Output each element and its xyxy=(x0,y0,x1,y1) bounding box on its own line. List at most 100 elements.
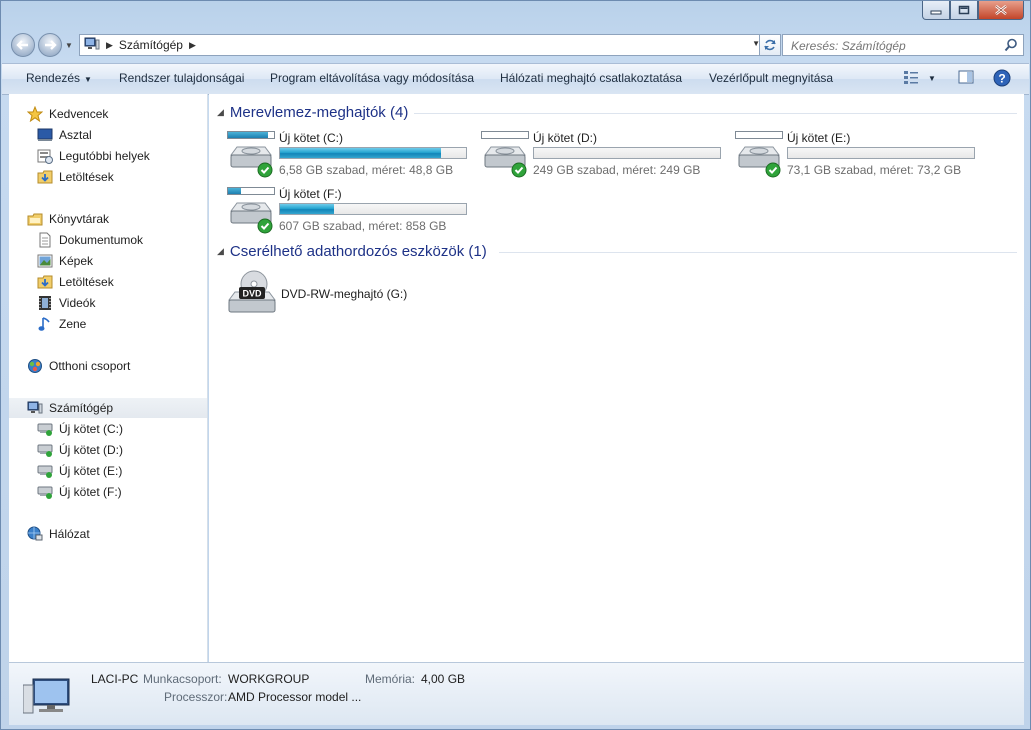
nav-favorites[interactable]: Kedvencek xyxy=(27,104,108,124)
nav-drive-e[interactable]: Új kötet (E:) xyxy=(37,461,122,481)
map-network-drive-button[interactable]: Hálózati meghajtó csatlakoztatása xyxy=(500,71,682,85)
nav-music[interactable]: Zene xyxy=(37,314,86,334)
maximize-icon xyxy=(958,5,970,15)
drive-name: Új kötet (E:) xyxy=(787,131,851,145)
nav-documents[interactable]: Dokumentumok xyxy=(37,230,143,250)
nav-downloads-label: Letöltések xyxy=(59,170,114,184)
collapse-triangle-icon[interactable]: ◢ xyxy=(217,107,224,118)
search-icon[interactable] xyxy=(1004,38,1018,55)
nav-videos-label: Videók xyxy=(59,296,96,310)
nav-downloads[interactable]: Letöltések xyxy=(37,167,114,187)
processor-value: AMD Processor model ... xyxy=(228,690,362,704)
dvd-badge: DVD xyxy=(242,289,262,299)
drive-icon xyxy=(37,463,53,479)
nav-computer-label: Számítógép xyxy=(49,401,114,415)
drive-usage-fill xyxy=(280,148,441,158)
view-options-button[interactable] xyxy=(903,70,919,87)
view-dropdown-icon[interactable]: ▼ xyxy=(928,74,936,83)
close-button[interactable] xyxy=(978,1,1024,20)
uninstall-program-button[interactable]: Program eltávolítása vagy módosítása xyxy=(270,71,474,85)
nav-recent-places[interactable]: Legutóbbi helyek xyxy=(37,146,150,166)
recent-pages-dropdown[interactable]: ▼ xyxy=(65,41,73,50)
drive-tile-c[interactable]: Új kötet (C:) 6,58 GB szabad, méret: 48,… xyxy=(227,129,477,181)
drive-icon xyxy=(37,484,53,500)
refresh-icon xyxy=(764,39,776,51)
computer-icon xyxy=(84,37,100,54)
group-header-hdd[interactable]: ◢ Merevlemez-meghajtók (4) xyxy=(217,104,408,121)
group-header-removable[interactable]: ◢ Cserélhető adathordozós eszközök (1) xyxy=(217,243,487,260)
breadcrumb-chevron-icon[interactable]: ▶ xyxy=(106,40,113,51)
drive-name: Új kötet (C:) xyxy=(279,131,344,145)
drive-usage-bar xyxy=(279,203,467,215)
drive-icon xyxy=(37,421,53,437)
view-list-icon xyxy=(904,71,918,84)
hard-drive-icon xyxy=(230,202,273,234)
refresh-button[interactable] xyxy=(759,34,781,56)
nav-pictures[interactable]: Képek xyxy=(37,251,93,271)
nav-drive-c[interactable]: Új kötet (C:) xyxy=(37,419,123,439)
details-pane: LACI-PC Munkacsoport: WORKGROUP Memória:… xyxy=(9,662,1024,725)
drive-name: Új kötet (F:) xyxy=(279,187,342,201)
breadcrumb-chevron-icon[interactable]: ▶ xyxy=(189,40,196,51)
computer-icon xyxy=(27,400,43,416)
nav-documents-label: Dokumentumok xyxy=(59,233,144,247)
nav-lib-downloads[interactable]: Letöltések xyxy=(37,272,114,292)
back-button[interactable] xyxy=(11,33,35,57)
drive-tile-d[interactable]: Új kötet (D:) 249 GB szabad, méret: 249 … xyxy=(481,129,731,181)
collapse-triangle-icon[interactable]: ◢ xyxy=(217,246,224,257)
drive-space-info: 73,1 GB szabad, méret: 73,2 GB xyxy=(787,163,962,177)
hard-drive-icon xyxy=(484,146,527,178)
music-note-icon xyxy=(37,316,53,332)
nav-videos[interactable]: Videók xyxy=(37,293,95,313)
drive-mini-bar xyxy=(227,187,275,195)
forward-button[interactable] xyxy=(38,33,62,57)
drive-tile-f[interactable]: Új kötet (F:) 607 GB szabad, méret: 858 … xyxy=(227,185,477,237)
breadcrumb-computer[interactable]: Számítógép xyxy=(119,38,183,52)
drive-usage-bar xyxy=(787,147,975,159)
drive-mini-fill xyxy=(228,132,268,138)
drive-mini-bar xyxy=(481,131,529,139)
maximize-button[interactable] xyxy=(950,1,978,20)
processor-label: Processzor: xyxy=(164,690,228,704)
nav-network[interactable]: Hálózat xyxy=(27,524,90,544)
downloads-folder-icon xyxy=(37,169,53,185)
group-divider xyxy=(414,113,1017,114)
system-properties-button[interactable]: Rendszer tulajdonságai xyxy=(119,71,244,85)
nav-lib-downloads-label: Letöltések xyxy=(59,275,114,289)
hard-drive-icon xyxy=(738,146,781,178)
open-control-panel-button[interactable]: Vezérlőpult megnyitása xyxy=(709,71,833,85)
address-row: ▼ ▶ Számítógép ▶ ▼ xyxy=(9,31,1024,59)
dvd-drive-tile[interactable]: DVD DVD-RW-meghajtó (G:) xyxy=(227,270,477,322)
nav-homegroup-label: Otthoni csoport xyxy=(49,359,131,373)
desktop-icon xyxy=(37,127,53,143)
preview-pane-button[interactable] xyxy=(958,70,974,87)
address-bar[interactable]: ▶ Számítógép ▶ ▼ xyxy=(79,34,765,56)
nav-homegroup[interactable]: Otthoni csoport xyxy=(27,356,130,376)
drive-tile-e[interactable]: Új kötet (E:) 73,1 GB szabad, méret: 73,… xyxy=(735,129,985,181)
help-button[interactable]: ? xyxy=(993,69,1011,90)
dvd-drive-name: DVD-RW-meghajtó (G:) xyxy=(281,287,408,301)
nav-drive-d[interactable]: Új kötet (D:) xyxy=(37,440,123,460)
drive-mini-bar xyxy=(735,131,783,139)
window-controls xyxy=(922,1,1024,20)
nav-drive-d-label: Új kötet (D:) xyxy=(59,443,124,457)
organize-button[interactable]: Rendezés ▼ xyxy=(26,71,92,85)
workgroup-label: Munkacsoport: xyxy=(143,672,222,686)
drive-space-info: 249 GB szabad, méret: 249 GB xyxy=(533,163,701,177)
nav-drive-c-label: Új kötet (C:) xyxy=(59,422,124,436)
command-bar: Rendezés ▼ Rendszer tulajdonságai Program… xyxy=(2,63,1029,95)
drive-icon xyxy=(37,442,53,458)
search-box[interactable] xyxy=(782,34,1024,56)
svg-text:?: ? xyxy=(998,72,1005,86)
minimize-button[interactable] xyxy=(922,1,950,20)
drive-usage-bar xyxy=(533,147,721,159)
arrow-left-icon xyxy=(16,40,28,50)
group-divider xyxy=(499,252,1017,253)
recent-places-icon xyxy=(37,148,53,164)
nav-desktop[interactable]: Asztal xyxy=(37,125,92,145)
downloads-folder-icon xyxy=(37,274,53,290)
nav-computer[interactable]: Számítógép xyxy=(9,398,207,418)
nav-libraries[interactable]: Könyvtárak xyxy=(27,209,109,229)
search-input[interactable] xyxy=(789,36,998,56)
nav-drive-f[interactable]: Új kötet (F:) xyxy=(37,482,122,502)
